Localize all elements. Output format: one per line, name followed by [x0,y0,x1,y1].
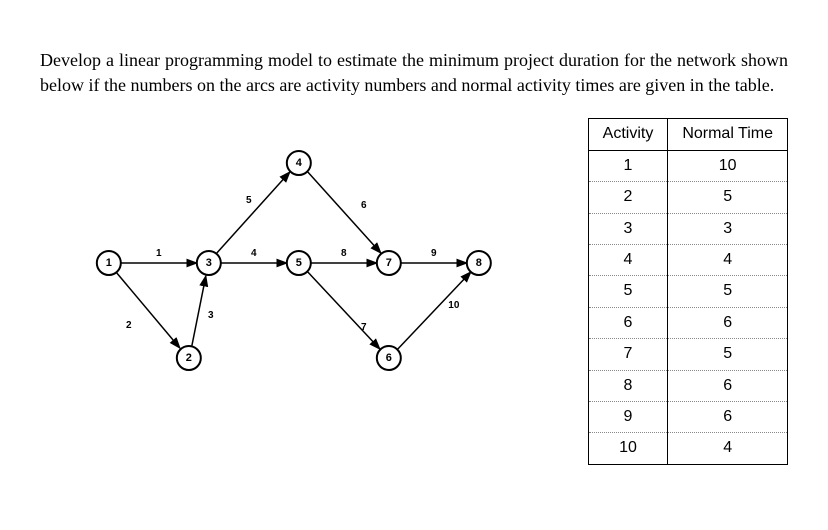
table-row: 86 [588,370,787,401]
arc-label-1: 1 [156,248,162,259]
table-row: 66 [588,307,787,338]
arc-label-9: 9 [431,248,437,259]
table-row: 25 [588,182,787,213]
arc-label-7: 7 [361,322,367,333]
node-6: 6 [377,346,401,370]
network-diagram: 1 2 3 4 5 6 7 8 9 [40,118,558,398]
arc-label-6: 6 [361,200,367,211]
arc-2-3 [192,276,206,346]
col-activity: Activity [588,119,668,150]
node-4-label: 4 [296,157,303,169]
node-8-label: 8 [476,257,482,269]
node-5-label: 5 [296,257,302,269]
arc-5-6 [308,272,380,349]
node-2: 2 [177,346,201,370]
node-4: 4 [287,151,311,175]
node-7-label: 7 [386,257,392,269]
arc-label-2: 2 [126,320,132,331]
col-normal-time: Normal Time [668,119,788,150]
arc-1-2 [117,273,180,348]
content-row: 1 2 3 4 5 6 7 8 9 [40,118,788,464]
arc-label-8: 8 [341,248,347,259]
problem-statement: Develop a linear programming model to es… [40,48,788,98]
arc-label-4: 4 [251,248,257,259]
arc-3-4 [217,172,290,253]
table-row: 44 [588,244,787,275]
node-7: 7 [377,251,401,275]
table-row: 96 [588,401,787,432]
node-1: 1 [97,251,121,275]
activity-table: Activity Normal Time 110 25 33 44 55 66 … [588,118,788,464]
arc-4-7 [308,172,381,253]
node-8: 8 [467,251,491,275]
node-2-label: 2 [186,352,192,364]
arc-label-5: 5 [246,195,252,206]
node-3: 3 [197,251,221,275]
arc-6-8 [398,272,471,349]
table-row: 33 [588,213,787,244]
table-row: 110 [588,150,787,181]
table-row: 104 [588,433,787,464]
node-5: 5 [287,251,311,275]
arc-label-10: 10 [448,300,460,311]
node-6-label: 6 [386,352,392,364]
table-row: 55 [588,276,787,307]
table-row: 75 [588,339,787,370]
node-3-label: 3 [206,257,212,269]
node-1-label: 1 [106,257,112,269]
table-body: 110 25 33 44 55 66 75 86 96 104 [588,150,787,464]
arc-label-3: 3 [208,310,214,321]
